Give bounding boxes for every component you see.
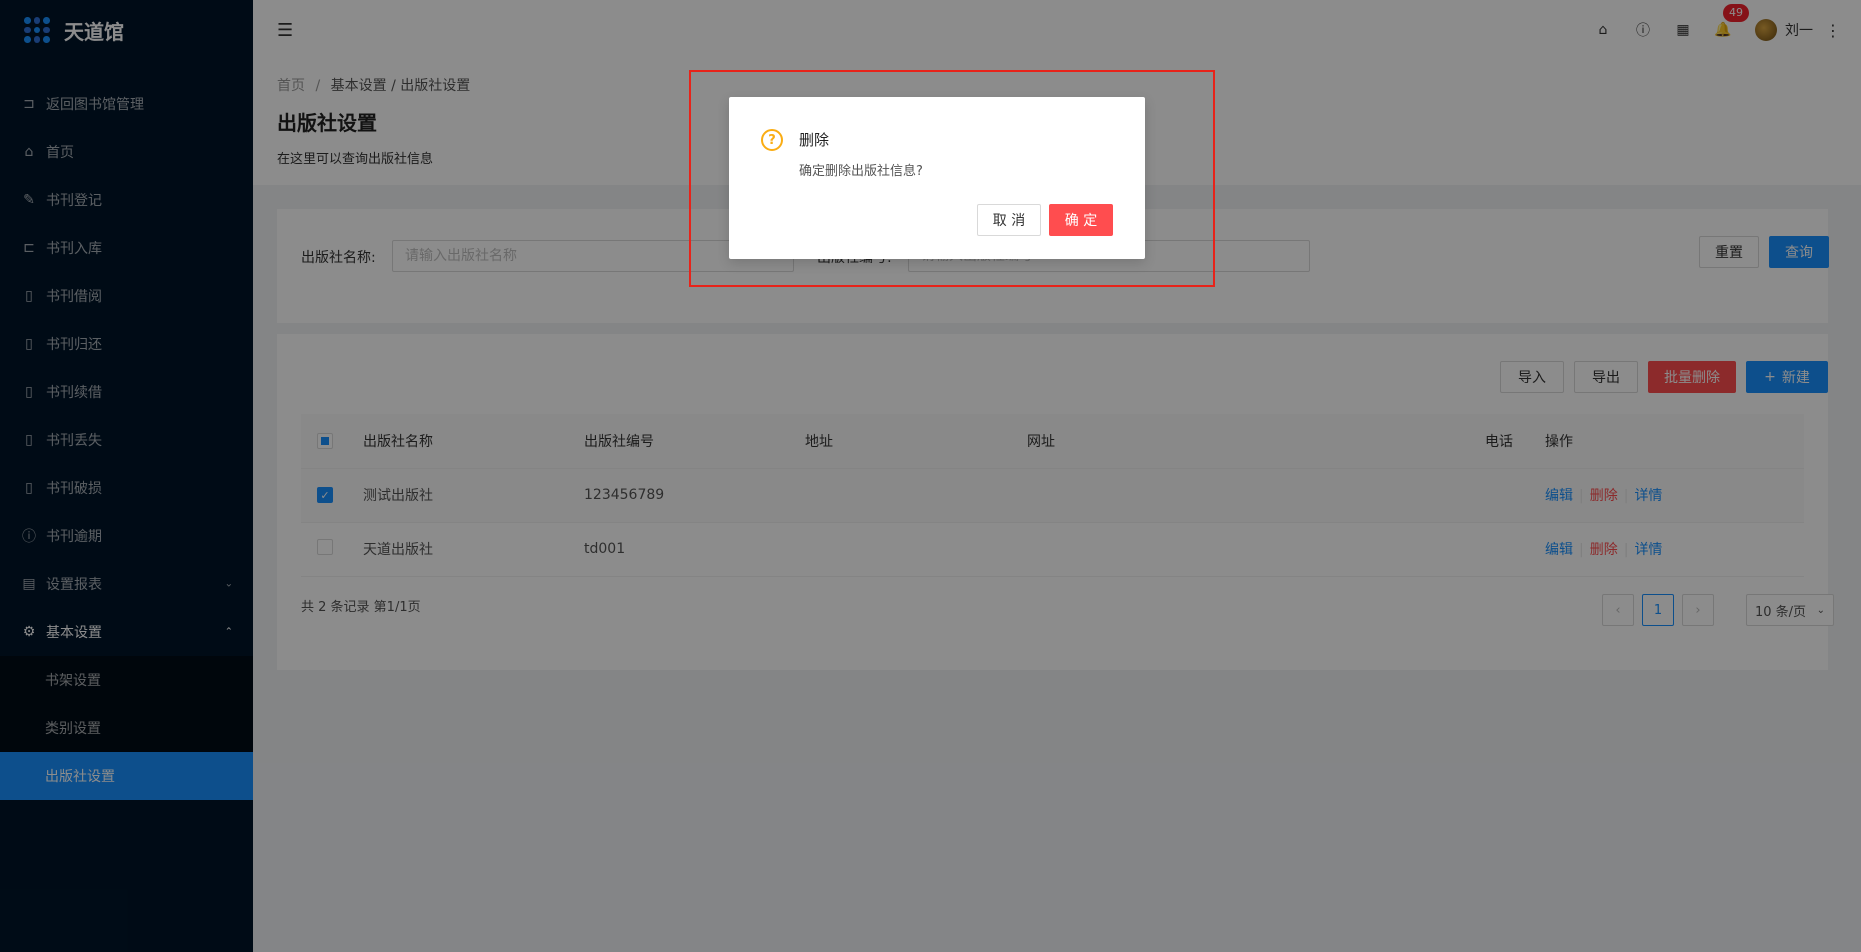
question-circle-icon: ? [761, 129, 783, 151]
modal-content: 确定删除出版社信息? [799, 164, 923, 179]
delete-confirm-modal: ? 删除 确定删除出版社信息? 取 消 确 定 [729, 97, 1145, 259]
confirm-button[interactable]: 确 定 [1049, 204, 1113, 236]
modal-title: 删除 [799, 131, 830, 149]
cancel-button[interactable]: 取 消 [977, 204, 1041, 236]
